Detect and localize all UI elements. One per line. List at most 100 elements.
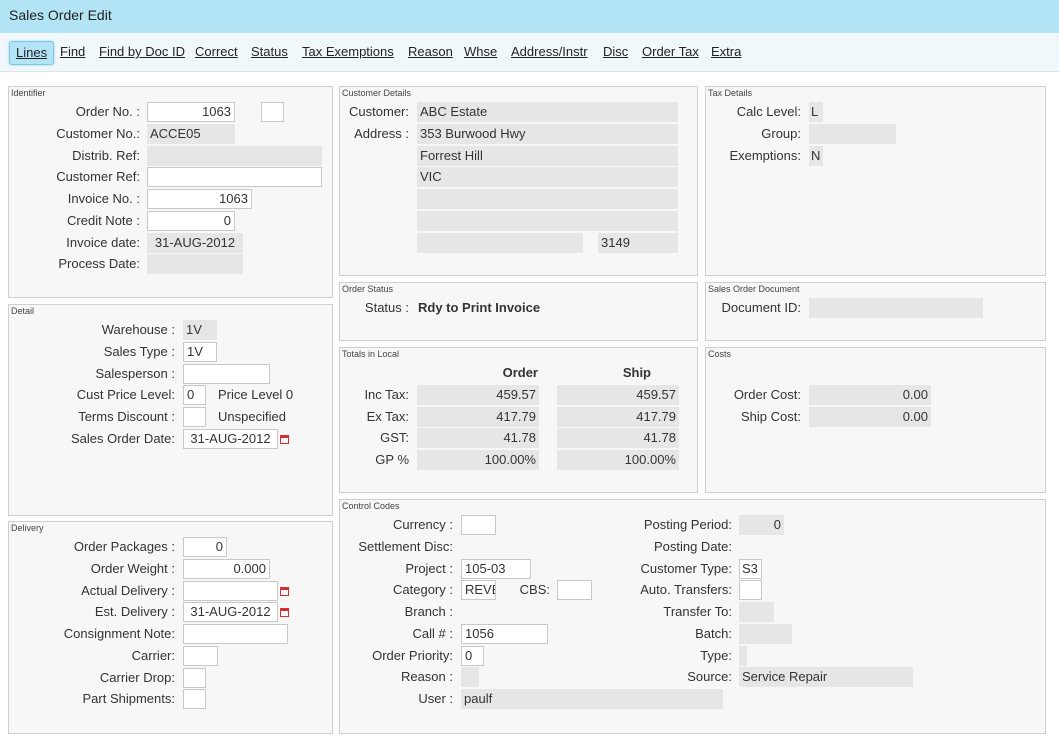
gst-ship: 41.78 [557, 428, 679, 448]
address-line-2: Forrest Hill [417, 146, 678, 166]
panel-title: Identifier [11, 88, 46, 98]
find-by-doc-id-button[interactable]: Find by Doc ID [99, 41, 185, 65]
ex-tax-label: Ex Tax: [366, 409, 409, 424]
address-line-6 [417, 233, 583, 253]
est-delivery-input[interactable]: 31-AUG-2012 [183, 602, 278, 622]
disc-button[interactable]: Disc [603, 41, 628, 65]
address-line-4 [417, 189, 678, 209]
auto-transfers-label: Auto. Transfers: [640, 582, 732, 597]
order-packages-label: Order Packages : [73, 539, 175, 554]
inc-tax-ship: 459.57 [557, 385, 679, 405]
order-suffix-input[interactable] [261, 102, 284, 122]
user-label: User : [418, 691, 453, 706]
panel-title: Costs [708, 349, 732, 359]
customer-name-field: ABC Estate [417, 102, 678, 122]
order-priority-label: Order Priority: [372, 648, 453, 663]
whse-button[interactable]: Whse [464, 41, 497, 65]
invoice-no-label: Invoice No. : [67, 191, 140, 206]
tax-exemptions-button[interactable]: Tax Exemptions [302, 41, 394, 65]
price-level-description: Price Level 0 [218, 387, 294, 402]
tab-lines[interactable]: Lines [9, 41, 55, 65]
invoice-date-label: Invoice date: [66, 235, 140, 250]
address-line-5 [417, 211, 678, 231]
status-button[interactable]: Status [251, 41, 288, 65]
part-shipments-label: Part Shipments: [82, 691, 176, 706]
posting-period-label: Posting Period: [643, 517, 732, 532]
order-cost-field: 0.00 [809, 385, 931, 405]
part-shipments-input[interactable] [183, 689, 206, 709]
customer-type-input[interactable]: S3 [739, 559, 762, 579]
carrier-drop-label: Carrier Drop: [99, 670, 175, 685]
reason-field [461, 667, 479, 687]
currency-input[interactable] [461, 515, 496, 535]
cbs-input[interactable] [557, 580, 592, 600]
calendar-icon[interactable] [280, 608, 289, 617]
actual-delivery-input[interactable] [183, 581, 278, 601]
carrier-input[interactable] [183, 646, 218, 666]
call-number-label: Call # : [412, 626, 453, 641]
est-delivery-label: Est. Delivery : [94, 604, 175, 619]
extra-button[interactable]: Extra [711, 41, 741, 65]
terms-discount-label: Terms Discount : [78, 409, 175, 424]
batch-label: Batch: [695, 626, 732, 641]
address-instr-button[interactable]: Address/Instr [511, 41, 588, 65]
address-label: Address : [354, 126, 409, 141]
tax-details-panel: Tax Details Calc Level: L Group: Exempti… [705, 86, 1046, 276]
gp-percent-order: 100.00% [417, 450, 539, 470]
find-button[interactable]: Find [60, 41, 85, 65]
reason-button[interactable]: Reason [408, 41, 453, 65]
gst-order: 41.78 [417, 428, 539, 448]
terms-discount-input[interactable] [183, 407, 206, 427]
calendar-icon[interactable] [280, 587, 289, 596]
customer-no-field: ACCE05 [147, 124, 235, 144]
status-label: Status : [364, 300, 409, 315]
order-no-label: Order No. : [75, 104, 140, 119]
distrib-ref-field [147, 146, 322, 166]
salesperson-input[interactable] [183, 364, 270, 384]
control-codes-panel: Control Codes Currency : Settlement Disc… [339, 499, 1046, 734]
calendar-icon[interactable] [280, 435, 289, 444]
category-input[interactable]: REVB [461, 580, 496, 600]
type-label: Type: [700, 648, 732, 663]
order-weight-input[interactable]: 0.000 [183, 559, 270, 579]
consignment-note-input[interactable] [183, 624, 288, 644]
ship-cost-label: Ship Cost: [741, 409, 801, 424]
order-status-panel: Order Status Status : Rdy to Print Invoi… [339, 282, 698, 341]
correct-button[interactable]: Correct [195, 41, 238, 65]
salesperson-label: Salesperson : [95, 366, 176, 381]
order-priority-input[interactable]: 0 [461, 646, 484, 666]
credit-note-input[interactable]: 0 [147, 211, 235, 231]
process-date-label: Process Date: [58, 256, 140, 271]
order-tax-button[interactable]: Order Tax [642, 41, 699, 65]
cust-price-level-input[interactable]: 0 [183, 385, 206, 405]
warehouse-label: Warehouse : [101, 322, 175, 337]
source-label: Source: [687, 669, 732, 684]
gst-label: GST: [380, 430, 409, 445]
process-date-field [147, 254, 243, 274]
ship-cost-field: 0.00 [809, 407, 931, 427]
call-number-input[interactable]: 1056 [461, 624, 548, 644]
inc-tax-label: Inc Tax: [364, 387, 409, 402]
invoice-no-input[interactable]: 1063 [147, 189, 252, 209]
costs-panel: Costs Order Cost: 0.00 Ship Cost: 0.00 [705, 347, 1046, 493]
carrier-label: Carrier: [131, 648, 175, 663]
panel-title: Totals in Local [342, 349, 400, 359]
distrib-ref-label: Distrib. Ref: [72, 148, 140, 163]
detail-panel: Detail Warehouse : 1V Sales Type : 1V Sa… [8, 304, 333, 516]
user-field: paulf [461, 689, 723, 709]
project-input[interactable]: 105-03 [461, 559, 531, 579]
carrier-drop-input[interactable] [183, 668, 206, 688]
sales-order-date-input[interactable]: 31-AUG-2012 [183, 429, 278, 449]
auto-transfers-input[interactable] [739, 580, 762, 600]
postcode-field: 3149 [598, 233, 678, 253]
gp-percent-ship: 100.00% [557, 450, 679, 470]
type-field [739, 646, 747, 666]
source-field: Service Repair [739, 667, 913, 687]
order-packages-input[interactable]: 0 [183, 537, 227, 557]
sales-order-date-label: Sales Order Date: [70, 431, 175, 446]
order-no-input[interactable]: 1063 [147, 102, 235, 122]
group-field [809, 124, 896, 144]
delivery-panel: Delivery Order Packages : 0 Order Weight… [8, 521, 333, 734]
sales-type-input[interactable]: 1V [183, 342, 217, 362]
customer-ref-input[interactable] [147, 167, 322, 187]
